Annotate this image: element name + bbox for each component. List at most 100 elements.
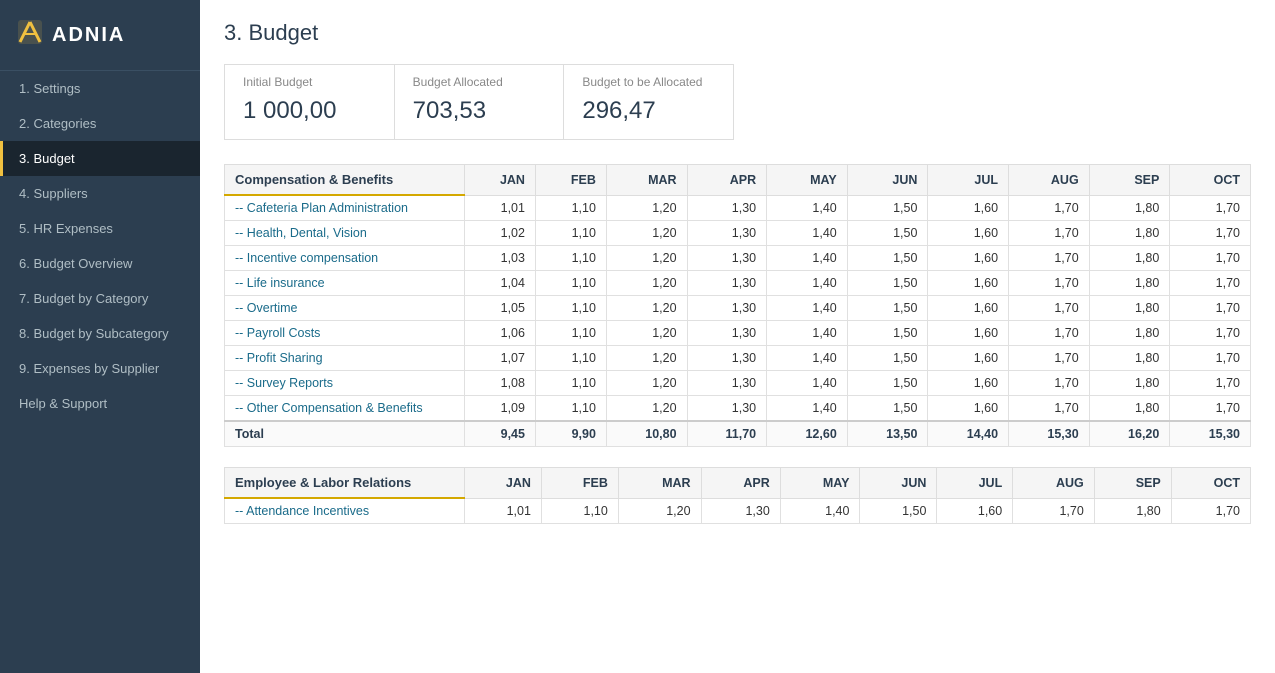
col-header-aug: AUG [1009,165,1090,196]
row-value: 1,10 [535,221,606,246]
col-header-oct: OCT [1171,468,1250,499]
col-header-apr: APR [687,165,767,196]
row-label: -- Survey Reports [225,371,465,396]
row-value: 1,10 [535,346,606,371]
sidebar: ADNIA 1. Settings2. Categories3. Budget4… [0,0,200,673]
sidebar-item-settings[interactable]: 1. Settings [0,71,200,106]
total-value: 10,80 [606,421,687,447]
row-value: 1,05 [465,296,536,321]
row-value: 1,40 [767,396,848,422]
total-row: Total9,459,9010,8011,7012,6013,5014,4015… [225,421,1251,447]
sidebar-item-budget-overview[interactable]: 6. Budget Overview [0,246,200,281]
row-value: 1,40 [767,321,848,346]
row-value: 1,70 [1170,221,1251,246]
row-label: -- Health, Dental, Vision [225,221,465,246]
table-row: -- Overtime1,051,101,201,301,401,501,601… [225,296,1251,321]
row-value: 1,80 [1089,321,1170,346]
row-value: 1,70 [1009,221,1090,246]
row-value: 1,40 [767,346,848,371]
total-value: 11,70 [687,421,767,447]
col-header-apr: APR [701,468,780,499]
sidebar-item-budget[interactable]: 3. Budget [0,141,200,176]
row-value: 1,30 [687,221,767,246]
row-value: 1,10 [535,271,606,296]
row-label: -- Attendance Incentives [225,498,465,524]
row-value: 1,80 [1094,498,1171,524]
row-value: 1,80 [1089,371,1170,396]
row-value: 1,50 [847,246,928,271]
row-value: 1,80 [1089,396,1170,422]
row-value: 1,50 [847,221,928,246]
col-header-feb: FEB [541,468,618,499]
row-value: 1,60 [928,371,1009,396]
row-value: 1,30 [687,296,767,321]
row-value: 1,50 [847,321,928,346]
row-value: 1,70 [1170,246,1251,271]
total-label: Total [225,421,465,447]
row-value: 1,40 [767,195,848,221]
row-value: 1,70 [1009,321,1090,346]
table-row: -- Incentive compensation1,031,101,201,3… [225,246,1251,271]
budget-to-allocate-card: Budget to be Allocated 296,47 [564,65,733,139]
row-value: 1,30 [687,396,767,422]
page-title: 3. Budget [224,20,1251,46]
row-value: 1,02 [465,221,536,246]
row-label: -- Other Compensation & Benefits [225,396,465,422]
table-row: -- Health, Dental, Vision1,021,101,201,3… [225,221,1251,246]
table-row: -- Cafeteria Plan Administration1,011,10… [225,195,1251,221]
row-value: 1,70 [1170,296,1251,321]
sidebar-item-expenses-by-supplier[interactable]: 9. Expenses by Supplier [0,351,200,386]
col-header-feb: FEB [535,165,606,196]
category-header: Employee & Labor Relations [225,468,465,499]
row-label: -- Overtime [225,296,465,321]
row-value: 1,01 [465,195,536,221]
row-value: 1,04 [465,271,536,296]
sidebar-item-suppliers[interactable]: 4. Suppliers [0,176,200,211]
row-value: 1,08 [465,371,536,396]
row-value: 1,30 [687,321,767,346]
row-value: 1,60 [928,221,1009,246]
row-value: 1,40 [767,246,848,271]
row-value: 1,30 [687,195,767,221]
sidebar-item-categories[interactable]: 2. Categories [0,106,200,141]
row-value: 1,70 [1009,346,1090,371]
row-value: 1,20 [606,195,687,221]
total-value: 15,30 [1009,421,1090,447]
row-value: 1,40 [767,371,848,396]
sidebar-item-budget-by-subcategory[interactable]: 8. Budget by Subcategory [0,316,200,351]
row-value: 1,10 [535,195,606,221]
logo-icon [16,18,44,52]
row-value: 1,60 [928,346,1009,371]
sidebar-item-budget-by-category[interactable]: 7. Budget by Category [0,281,200,316]
row-value: 1,20 [606,296,687,321]
budget-allocated-label: Budget Allocated [413,75,546,89]
sidebar-item-hr-expenses[interactable]: 5. HR Expenses [0,211,200,246]
row-label: -- Life insurance [225,271,465,296]
col-header-jan: JAN [465,165,536,196]
sidebar-item-help-support[interactable]: Help & Support [0,386,200,421]
total-value: 16,20 [1089,421,1170,447]
budget-to-allocate-value: 296,47 [582,97,715,125]
row-value: 1,10 [541,498,618,524]
row-value: 1,80 [1089,246,1170,271]
table1-container: Compensation & BenefitsJANFEBMARAPRMAYJU… [224,164,1251,447]
col-header-may: MAY [767,165,848,196]
logo-text: ADNIA [52,24,125,47]
row-value: 1,70 [1009,246,1090,271]
row-value: 1,50 [847,346,928,371]
row-value: 1,10 [535,396,606,422]
row-value: 1,60 [928,296,1009,321]
budget-to-allocate-label: Budget to be Allocated [582,75,715,89]
table-row: -- Other Compensation & Benefits1,091,10… [225,396,1251,422]
total-value: 13,50 [847,421,928,447]
initial-budget-label: Initial Budget [243,75,376,89]
row-value: 1,60 [928,195,1009,221]
row-value: 1,70 [1013,498,1095,524]
row-value: 1,01 [465,498,542,524]
row-value: 1,10 [535,296,606,321]
col-header-aug: AUG [1013,468,1095,499]
row-value: 1,20 [606,396,687,422]
logo: ADNIA [0,0,200,71]
table-row: -- Life insurance1,041,101,201,301,401,5… [225,271,1251,296]
row-value: 1,70 [1009,271,1090,296]
